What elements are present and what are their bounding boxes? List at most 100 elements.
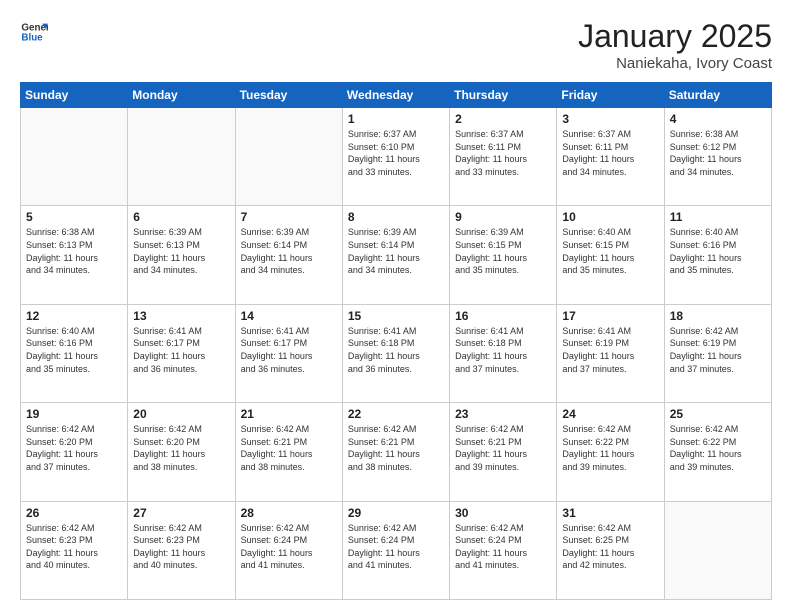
week-row-4: 19 Sunrise: 6:42 AM Sunset: 6:20 PM Dayli… [21, 403, 772, 501]
title-block: January 2025 Naniekaha, Ivory Coast [578, 18, 772, 72]
day-info: Sunrise: 6:37 AM Sunset: 6:11 PM Dayligh… [455, 128, 551, 178]
day-cell [664, 501, 771, 599]
day-number: 28 [241, 506, 337, 520]
day-info: Sunrise: 6:42 AM Sunset: 6:24 PM Dayligh… [241, 522, 337, 572]
day-cell: 26 Sunrise: 6:42 AM Sunset: 6:23 PM Dayli… [21, 501, 128, 599]
page: General Blue January 2025 Naniekaha, Ivo… [0, 0, 792, 612]
day-number: 26 [26, 506, 122, 520]
logo: General Blue [20, 18, 52, 46]
day-cell: 9Sunrise: 6:39 AM Sunset: 6:15 PM Daylig… [450, 206, 557, 304]
header: General Blue January 2025 Naniekaha, Ivo… [20, 18, 772, 72]
day-cell: 11Sunrise: 6:40 AM Sunset: 6:16 PM Dayli… [664, 206, 771, 304]
day-cell: 27 Sunrise: 6:42 AM Sunset: 6:23 PM Dayli… [128, 501, 235, 599]
day-cell [128, 108, 235, 206]
week-row-1: 1 Sunrise: 6:37 AM Sunset: 6:10 PM Daylig… [21, 108, 772, 206]
day-number: 10 [562, 210, 658, 224]
day-number: 18 [670, 309, 766, 323]
day-number: 15 [348, 309, 444, 323]
day-cell: 13 Sunrise: 6:41 AM Sunset: 6:17 PM Dayli… [128, 304, 235, 402]
day-cell: 25Sunrise: 6:42 AM Sunset: 6:22 PM Dayli… [664, 403, 771, 501]
day-info: Sunrise: 6:42 AM Sunset: 6:21 PM Dayligh… [348, 423, 444, 473]
day-info: Sunrise: 6:42 AM Sunset: 6:21 PM Dayligh… [241, 423, 337, 473]
calendar: Sunday Monday Tuesday Wednesday Thursday… [20, 82, 772, 600]
day-info: Sunrise: 6:37 AM Sunset: 6:11 PM Dayligh… [562, 128, 658, 178]
day-number: 6 [133, 210, 229, 224]
day-info: Sunrise: 6:40 AM Sunset: 6:16 PM Dayligh… [26, 325, 122, 375]
day-number: 1 [348, 112, 444, 126]
day-number: 16 [455, 309, 551, 323]
day-info: Sunrise: 6:41 AM Sunset: 6:17 PM Dayligh… [133, 325, 229, 375]
day-cell: 29 Sunrise: 6:42 AM Sunset: 6:24 PM Dayli… [342, 501, 449, 599]
day-info: Sunrise: 6:42 AM Sunset: 6:23 PM Dayligh… [26, 522, 122, 572]
day-cell: 18 Sunrise: 6:42 AM Sunset: 6:19 PM Dayli… [664, 304, 771, 402]
day-cell: 15 Sunrise: 6:41 AM Sunset: 6:18 PM Dayli… [342, 304, 449, 402]
day-number: 27 [133, 506, 229, 520]
day-cell: 12 Sunrise: 6:40 AM Sunset: 6:16 PM Dayli… [21, 304, 128, 402]
day-cell: 3 Sunrise: 6:37 AM Sunset: 6:11 PM Daylig… [557, 108, 664, 206]
day-cell: 1 Sunrise: 6:37 AM Sunset: 6:10 PM Daylig… [342, 108, 449, 206]
day-info: Sunrise: 6:39 AM Sunset: 6:13 PM Dayligh… [133, 226, 229, 276]
day-number: 11 [670, 210, 766, 224]
day-info: Sunrise: 6:42 AM Sunset: 6:24 PM Dayligh… [455, 522, 551, 572]
day-number: 31 [562, 506, 658, 520]
svg-text:Blue: Blue [21, 32, 43, 43]
day-info: Sunrise: 6:38 AM Sunset: 6:13 PM Dayligh… [26, 226, 122, 276]
day-cell [235, 108, 342, 206]
day-info: Sunrise: 6:42 AM Sunset: 6:23 PM Dayligh… [133, 522, 229, 572]
day-number: 24 [562, 407, 658, 421]
day-number: 25 [670, 407, 766, 421]
day-cell: 28 Sunrise: 6:42 AM Sunset: 6:24 PM Dayli… [235, 501, 342, 599]
month-title: January 2025 [578, 18, 772, 55]
day-info: Sunrise: 6:42 AM Sunset: 6:19 PM Dayligh… [670, 325, 766, 375]
day-number: 12 [26, 309, 122, 323]
day-info: Sunrise: 6:37 AM Sunset: 6:10 PM Dayligh… [348, 128, 444, 178]
day-cell: 30 Sunrise: 6:42 AM Sunset: 6:24 PM Dayli… [450, 501, 557, 599]
day-info: Sunrise: 6:41 AM Sunset: 6:18 PM Dayligh… [348, 325, 444, 375]
day-cell: 10 Sunrise: 6:40 AM Sunset: 6:15 PM Dayli… [557, 206, 664, 304]
header-saturday: Saturday [664, 83, 771, 108]
day-number: 19 [26, 407, 122, 421]
day-info: Sunrise: 6:42 AM Sunset: 6:20 PM Dayligh… [26, 423, 122, 473]
day-info: Sunrise: 6:41 AM Sunset: 6:17 PM Dayligh… [241, 325, 337, 375]
day-info: Sunrise: 6:41 AM Sunset: 6:18 PM Dayligh… [455, 325, 551, 375]
day-number: 20 [133, 407, 229, 421]
day-info: Sunrise: 6:42 AM Sunset: 6:24 PM Dayligh… [348, 522, 444, 572]
day-cell: 16 Sunrise: 6:41 AM Sunset: 6:18 PM Dayli… [450, 304, 557, 402]
day-info: Sunrise: 6:42 AM Sunset: 6:22 PM Dayligh… [562, 423, 658, 473]
day-number: 22 [348, 407, 444, 421]
day-cell: 4Sunrise: 6:38 AM Sunset: 6:12 PM Daylig… [664, 108, 771, 206]
day-number: 2 [455, 112, 551, 126]
day-cell: 7 Sunrise: 6:39 AM Sunset: 6:14 PM Daylig… [235, 206, 342, 304]
day-cell: 6 Sunrise: 6:39 AM Sunset: 6:13 PM Daylig… [128, 206, 235, 304]
week-row-2: 5 Sunrise: 6:38 AM Sunset: 6:13 PM Daylig… [21, 206, 772, 304]
day-info: Sunrise: 6:39 AM Sunset: 6:14 PM Dayligh… [241, 226, 337, 276]
day-info: Sunrise: 6:42 AM Sunset: 6:25 PM Dayligh… [562, 522, 658, 572]
day-number: 13 [133, 309, 229, 323]
day-cell: 14 Sunrise: 6:41 AM Sunset: 6:17 PM Dayli… [235, 304, 342, 402]
header-thursday: Thursday [450, 83, 557, 108]
week-row-5: 26 Sunrise: 6:42 AM Sunset: 6:23 PM Dayli… [21, 501, 772, 599]
day-number: 8 [348, 210, 444, 224]
day-number: 5 [26, 210, 122, 224]
days-header-row: Sunday Monday Tuesday Wednesday Thursday… [21, 83, 772, 108]
day-number: 7 [241, 210, 337, 224]
day-number: 30 [455, 506, 551, 520]
day-cell: 24 Sunrise: 6:42 AM Sunset: 6:22 PM Dayli… [557, 403, 664, 501]
day-cell: 5 Sunrise: 6:38 AM Sunset: 6:13 PM Daylig… [21, 206, 128, 304]
day-cell: 21Sunrise: 6:42 AM Sunset: 6:21 PM Dayli… [235, 403, 342, 501]
header-sunday: Sunday [21, 83, 128, 108]
day-info: Sunrise: 6:42 AM Sunset: 6:20 PM Dayligh… [133, 423, 229, 473]
day-number: 14 [241, 309, 337, 323]
day-number: 3 [562, 112, 658, 126]
day-info: Sunrise: 6:38 AM Sunset: 6:12 PM Dayligh… [670, 128, 766, 178]
header-monday: Monday [128, 83, 235, 108]
day-number: 29 [348, 506, 444, 520]
day-cell: 31 Sunrise: 6:42 AM Sunset: 6:25 PM Dayli… [557, 501, 664, 599]
day-info: Sunrise: 6:40 AM Sunset: 6:15 PM Dayligh… [562, 226, 658, 276]
header-tuesday: Tuesday [235, 83, 342, 108]
day-info: Sunrise: 6:39 AM Sunset: 6:14 PM Dayligh… [348, 226, 444, 276]
day-cell: 8 Sunrise: 6:39 AM Sunset: 6:14 PM Daylig… [342, 206, 449, 304]
header-friday: Friday [557, 83, 664, 108]
day-number: 23 [455, 407, 551, 421]
day-cell: 23Sunrise: 6:42 AM Sunset: 6:21 PM Dayli… [450, 403, 557, 501]
